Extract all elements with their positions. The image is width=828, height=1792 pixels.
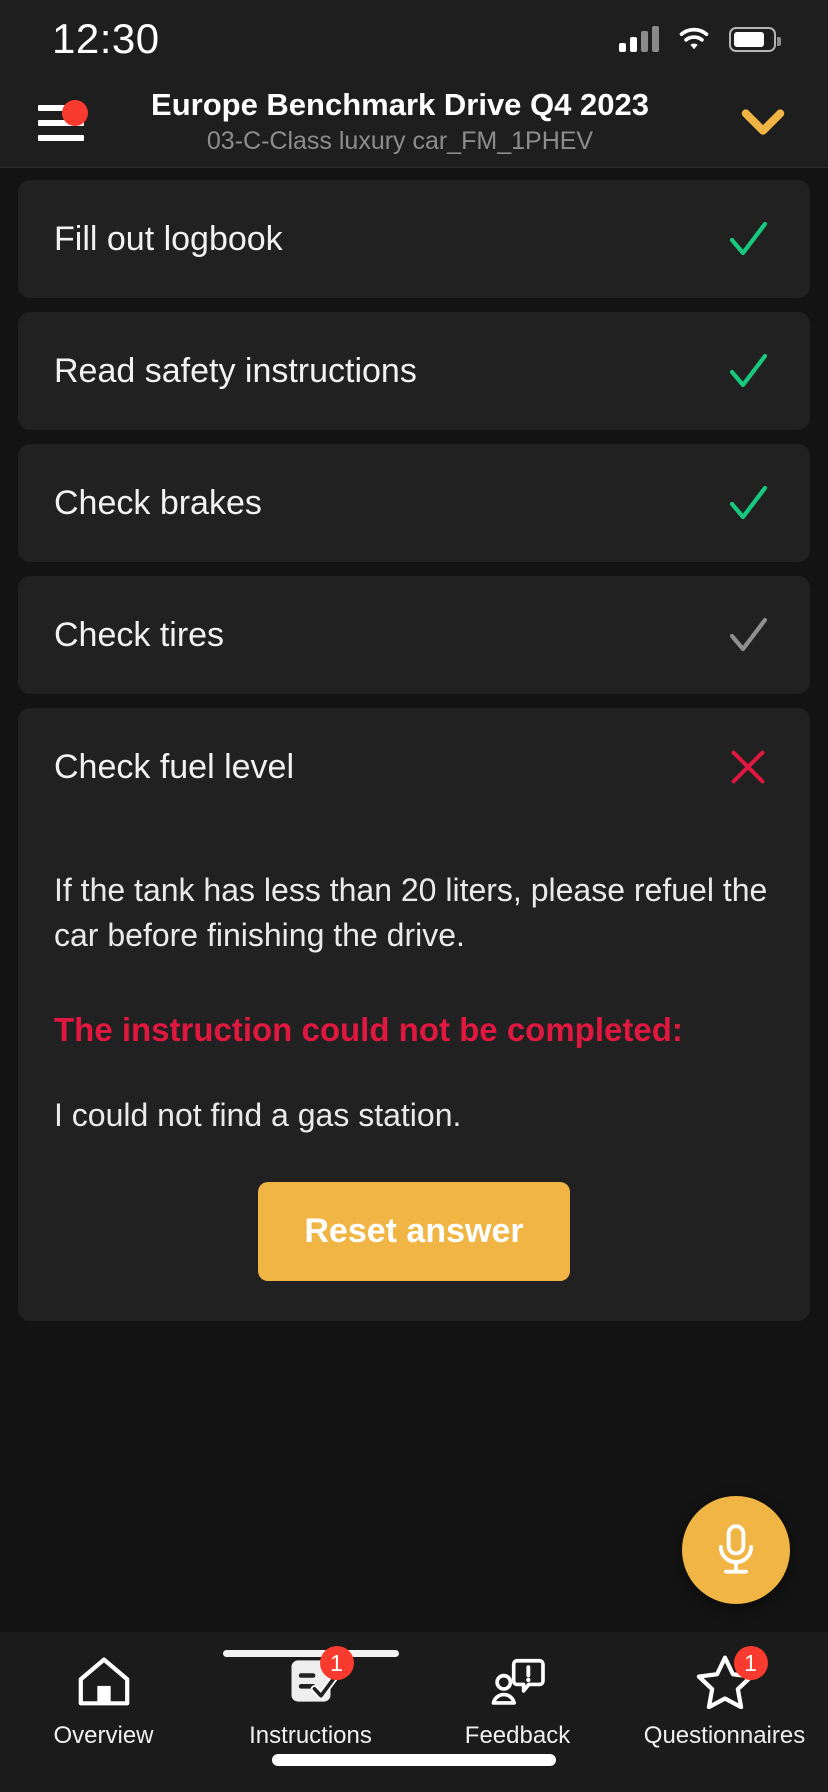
nav-item-instructions[interactable]: 1 Instructions: [207, 1646, 414, 1750]
status-check-icon: [722, 345, 774, 397]
instruction-title: Read safety instructions: [54, 351, 417, 390]
user-answer-text: I could not find a gas station.: [54, 1096, 462, 1133]
instruction-title: Check fuel level: [54, 747, 295, 786]
instruction-card-header[interactable]: Check fuel level: [54, 708, 774, 826]
status-cross-icon: [722, 741, 774, 793]
instruction-title: Check tires: [54, 615, 225, 654]
battery-icon: [729, 26, 781, 52]
status-check-icon: [722, 609, 774, 661]
status-check-icon: [722, 477, 774, 529]
header-title-block: Europe Benchmark Drive Q4 2023 03-C-Clas…: [72, 87, 728, 157]
nav-badge-questionnaires: 1: [733, 1646, 768, 1680]
home-icon: [78, 1657, 129, 1706]
nav-badge-instructions: 1: [319, 1646, 354, 1680]
page-title: Europe Benchmark Drive Q4 2023: [151, 87, 649, 123]
hamburger-menu-icon[interactable]: [30, 98, 92, 148]
feedback-icon: [491, 1658, 545, 1705]
nav-label-overview: Overview: [53, 1722, 154, 1749]
status-bar: 12:30: [0, 0, 828, 78]
checklist-icon-wrap: 1: [274, 1646, 354, 1712]
nav-item-feedback[interactable]: Feedback: [414, 1650, 621, 1750]
star-icon-wrap: 1: [688, 1646, 768, 1712]
app-root: 12:30 Europe Benchmark Drive Q4 2023 03-…: [0, 0, 828, 1792]
instruction-title: Fill out logbook: [54, 219, 283, 258]
instruction-card-header[interactable]: Check tires: [54, 576, 774, 694]
nav-item-questionnaires[interactable]: 1 Questionnaires: [621, 1646, 828, 1750]
instruction-card-expanded[interactable]: Check fuel level If the tank has less th…: [18, 708, 810, 1321]
nav-item-overview[interactable]: Overview: [0, 1650, 207, 1750]
wifi-icon: [679, 27, 709, 50]
bottom-navigation: Overview 1 Instructions Feedback 1 Quest…: [0, 1632, 828, 1792]
instruction-list: Fill out logbook Read safety instruction…: [0, 168, 828, 1632]
home-indicator: [272, 1754, 556, 1766]
feedback-icon-wrap: [481, 1650, 555, 1712]
instruction-card[interactable]: Check tires: [18, 576, 810, 694]
nav-label-instructions: Instructions: [249, 1722, 372, 1749]
home-icon-wrap: [67, 1650, 141, 1712]
chevron-down-icon[interactable]: [728, 107, 798, 139]
instruction-card[interactable]: Fill out logbook: [18, 180, 810, 298]
voice-record-button[interactable]: [682, 1496, 790, 1604]
error-heading: The instruction could not be completed:: [54, 1010, 683, 1048]
cellular-signal-icon: [619, 26, 659, 52]
instruction-card-header[interactable]: Read safety instructions: [54, 312, 774, 430]
instruction-card[interactable]: Check brakes: [18, 444, 810, 562]
menu-notification-badge: [62, 99, 88, 126]
app-header: Europe Benchmark Drive Q4 2023 03-C-Clas…: [0, 78, 828, 168]
instruction-card[interactable]: Read safety instructions: [18, 312, 810, 430]
reset-answer-button[interactable]: Reset answer: [258, 1181, 570, 1281]
microphone-icon: [718, 1524, 754, 1574]
instruction-title: Check brakes: [54, 483, 262, 522]
reset-button-row: Reset answer: [54, 1181, 774, 1281]
status-icons: [619, 26, 781, 52]
instruction-description: If the tank has less than 20 liters, ple…: [54, 872, 768, 954]
status-time: 12:30: [52, 15, 160, 62]
instruction-card-header[interactable]: Check brakes: [54, 444, 774, 562]
instruction-card-body: If the tank has less than 20 liters, ple…: [54, 868, 774, 1321]
instruction-card-header[interactable]: Fill out logbook: [54, 180, 774, 298]
page-subtitle: 03-C-Class luxury car_FM_1PHEV: [206, 126, 594, 155]
nav-label-questionnaires: Questionnaires: [643, 1722, 806, 1749]
nav-label-feedback: Feedback: [464, 1722, 571, 1749]
status-check-icon: [722, 213, 774, 265]
